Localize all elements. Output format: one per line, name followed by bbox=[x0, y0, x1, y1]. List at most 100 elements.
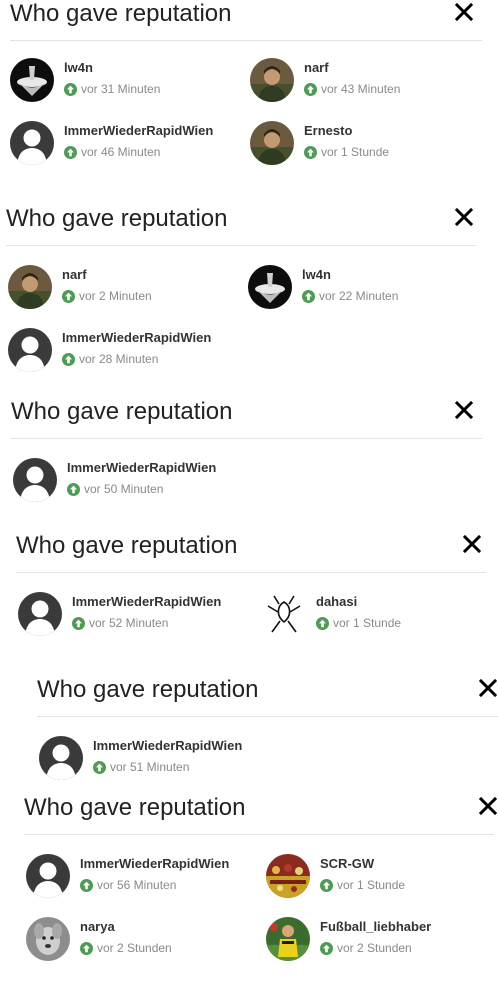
close-icon bbox=[454, 400, 474, 420]
panel-title: Who gave reputation bbox=[24, 794, 246, 821]
list-item[interactable]: narf vor 43 Minuten bbox=[250, 58, 480, 104]
username-link[interactable]: SCR-GW bbox=[320, 856, 374, 871]
timestamp: vor 31 Minuten bbox=[81, 82, 161, 96]
panel-title: Who gave reputation bbox=[11, 398, 233, 425]
upvote-arrow-icon bbox=[67, 483, 80, 496]
list-item[interactable]: ImmerWiederRapidWien vor 46 Minuten bbox=[10, 121, 240, 167]
close-button[interactable] bbox=[478, 796, 498, 816]
list-item[interactable]: Ernesto vor 1 Stunde bbox=[250, 121, 480, 167]
avatar[interactable] bbox=[26, 854, 70, 898]
panel-title: Who gave reputation bbox=[37, 676, 259, 703]
timestamp: vor 22 Minuten bbox=[319, 289, 399, 303]
list-item[interactable]: SCR-GW vor 1 Stunde bbox=[266, 854, 496, 900]
header-divider bbox=[16, 572, 486, 573]
default-user-icon bbox=[26, 854, 70, 898]
list-item[interactable]: lw4n vor 22 Minuten bbox=[248, 265, 478, 311]
list-item[interactable]: ImmerWiederRapidWien vor 52 Minuten bbox=[18, 592, 248, 638]
close-button[interactable] bbox=[454, 207, 474, 227]
list-item[interactable]: dahasi vor 1 Stunde bbox=[262, 592, 492, 638]
timestamp: vor 2 Stunden bbox=[97, 941, 172, 955]
upvote-arrow-icon bbox=[80, 942, 93, 955]
timestamp: vor 46 Minuten bbox=[81, 145, 161, 159]
avatar[interactable] bbox=[13, 458, 57, 502]
username-link[interactable]: ImmerWiederRapidWien bbox=[93, 738, 242, 753]
close-icon bbox=[478, 796, 498, 816]
username-link[interactable]: Ernesto bbox=[304, 123, 352, 138]
close-button[interactable] bbox=[462, 534, 482, 554]
upvote-arrow-icon bbox=[62, 290, 75, 303]
avatar[interactable] bbox=[262, 592, 306, 636]
username-link[interactable]: Fußball_liebhaber bbox=[320, 919, 431, 934]
reputation-panel: Who gave reputation lw4n vor 31 Minuten nar… bbox=[10, 0, 482, 190]
avatar[interactable] bbox=[39, 736, 83, 780]
username-link[interactable]: narya bbox=[80, 919, 115, 934]
username-link[interactable]: ImmerWiederRapidWien bbox=[64, 123, 213, 138]
timestamp: vor 1 Stunde bbox=[337, 878, 406, 892]
list-item[interactable]: narf vor 2 Minuten bbox=[8, 265, 238, 311]
avatar[interactable] bbox=[250, 58, 294, 102]
upvote-arrow-icon bbox=[64, 146, 77, 159]
header-divider bbox=[6, 245, 476, 246]
panel-title: Who gave reputation bbox=[6, 205, 228, 232]
avatar[interactable] bbox=[18, 592, 62, 636]
avatar[interactable] bbox=[250, 121, 294, 165]
close-icon bbox=[454, 2, 474, 22]
username-link[interactable]: lw4n bbox=[302, 267, 331, 282]
avatar[interactable] bbox=[10, 58, 54, 102]
upvote-arrow-icon bbox=[304, 83, 317, 96]
close-button[interactable] bbox=[454, 400, 474, 420]
header-divider bbox=[11, 438, 482, 439]
spinning-top-icon bbox=[248, 265, 292, 309]
list-item[interactable]: narya vor 2 Stunden bbox=[26, 917, 256, 963]
timestamp: vor 43 Minuten bbox=[321, 82, 401, 96]
avatar[interactable] bbox=[266, 917, 310, 961]
username-link[interactable]: ImmerWiederRapidWien bbox=[67, 460, 216, 475]
username-link[interactable]: ImmerWiederRapidWien bbox=[62, 330, 211, 345]
upvote-arrow-icon bbox=[302, 290, 315, 303]
timestamp: vor 56 Minuten bbox=[97, 878, 177, 892]
reputation-panel: Who gave reputation ImmerWiederRapidWien v… bbox=[24, 794, 494, 984]
username-link[interactable]: lw4n bbox=[64, 60, 93, 75]
username-link[interactable]: narf bbox=[62, 267, 87, 282]
photo-player-icon bbox=[266, 917, 310, 961]
default-user-icon bbox=[10, 121, 54, 165]
username-link[interactable]: ImmerWiederRapidWien bbox=[72, 594, 221, 609]
timestamp: vor 50 Minuten bbox=[84, 482, 164, 496]
username-link[interactable]: dahasi bbox=[316, 594, 357, 609]
timestamp: vor 28 Minuten bbox=[79, 352, 159, 366]
upvote-arrow-icon bbox=[62, 353, 75, 366]
avatar[interactable] bbox=[8, 328, 52, 372]
username-link[interactable]: ImmerWiederRapidWien bbox=[80, 856, 229, 871]
username-link[interactable]: narf bbox=[304, 60, 329, 75]
header-divider bbox=[37, 716, 498, 717]
photo-person-icon bbox=[250, 121, 294, 165]
default-user-icon bbox=[8, 328, 52, 372]
avatar[interactable] bbox=[266, 854, 310, 898]
header-divider bbox=[10, 40, 482, 41]
close-icon bbox=[478, 678, 498, 698]
avatar[interactable] bbox=[10, 121, 54, 165]
reputation-panel: Who gave reputation narf vor 2 Minuten lw4n… bbox=[6, 205, 476, 395]
upvote-arrow-icon bbox=[80, 879, 93, 892]
list-item[interactable]: ImmerWiederRapidWien vor 56 Minuten bbox=[26, 854, 256, 900]
list-item[interactable]: ImmerWiederRapidWien vor 28 Minuten bbox=[8, 328, 238, 374]
panel-title: Who gave reputation bbox=[10, 0, 232, 27]
photo-crowd-icon bbox=[266, 854, 310, 898]
avatar[interactable] bbox=[26, 917, 70, 961]
list-item[interactable]: ImmerWiederRapidWien vor 50 Minuten bbox=[13, 458, 243, 504]
list-item[interactable]: ImmerWiederRapidWien vor 51 Minuten bbox=[39, 736, 269, 782]
avatar[interactable] bbox=[8, 265, 52, 309]
avatar[interactable] bbox=[248, 265, 292, 309]
list-item[interactable]: Fußball_liebhabervor 2 Stunden bbox=[266, 917, 496, 963]
close-button[interactable] bbox=[454, 2, 474, 22]
upvote-arrow-icon bbox=[72, 617, 85, 630]
upvote-arrow-icon bbox=[304, 146, 317, 159]
upvote-arrow-icon bbox=[64, 83, 77, 96]
default-user-icon bbox=[39, 736, 83, 780]
list-item[interactable]: lw4n vor 31 Minuten bbox=[10, 58, 240, 104]
close-button[interactable] bbox=[478, 678, 498, 698]
default-user-icon bbox=[13, 458, 57, 502]
timestamp: vor 2 Stunden bbox=[337, 941, 412, 955]
photo-person-icon bbox=[8, 265, 52, 309]
photo-dog-icon bbox=[26, 917, 70, 961]
